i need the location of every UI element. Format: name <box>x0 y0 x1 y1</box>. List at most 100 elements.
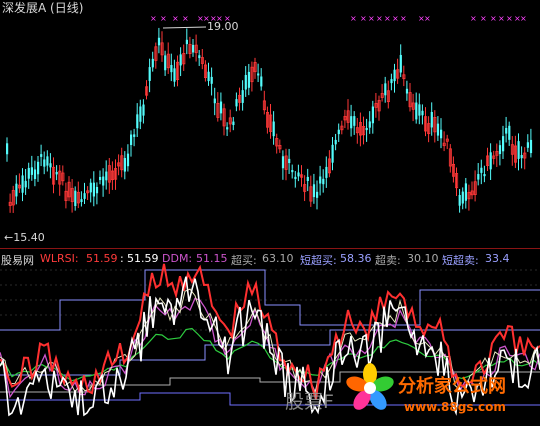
candle-body <box>102 176 105 186</box>
candle-body <box>365 127 368 131</box>
candle-body <box>198 55 201 59</box>
candle-body <box>46 156 49 166</box>
candle-body <box>288 158 291 164</box>
candle-body <box>148 67 151 81</box>
candle-body <box>350 116 353 129</box>
watermark-text: 股票F <box>285 391 334 413</box>
short-oversold-label: 短超卖: <box>442 254 479 267</box>
candle-body <box>480 167 483 173</box>
short-overbought-label: 短超买: <box>300 254 337 267</box>
candle-body <box>461 191 464 204</box>
candle-body <box>505 127 508 134</box>
candle-body <box>368 121 371 128</box>
signal-marker: × <box>172 14 179 23</box>
candle-body <box>272 121 275 137</box>
signal-marker: × <box>368 14 375 23</box>
ddm-value: 51.15 <box>196 252 228 265</box>
candle-body <box>170 65 173 73</box>
candle-body <box>319 176 322 184</box>
candle-body <box>133 134 136 137</box>
candle-body <box>489 152 492 170</box>
candle-body <box>418 104 421 116</box>
candle-body <box>520 155 523 159</box>
oversold-value: 30.10 <box>407 252 439 265</box>
signal-marker: × <box>160 14 167 23</box>
panel-divider <box>0 248 540 249</box>
candle-body <box>393 69 396 82</box>
candle-body <box>390 79 393 84</box>
candle-body <box>80 199 83 202</box>
candle-body <box>297 172 300 177</box>
candle-body <box>399 54 402 73</box>
signal-marker: × <box>182 14 189 23</box>
candle-body <box>430 112 433 128</box>
candle-body <box>105 171 108 181</box>
candle-body <box>483 174 486 177</box>
high-price-label: 19.00 <box>207 20 239 33</box>
candle-body <box>24 180 27 188</box>
candle-body <box>83 193 86 199</box>
candle-body <box>37 161 40 175</box>
signal-marker: × <box>392 14 399 23</box>
candle-body <box>89 182 92 193</box>
wlrsi-value: 51.59 <box>86 252 118 265</box>
candle-body <box>30 167 33 175</box>
candle-body <box>210 76 213 84</box>
signal-marker: × <box>360 14 367 23</box>
candle-body <box>15 183 18 197</box>
candle-body <box>502 136 505 152</box>
chart-title: 深发展A (日线) <box>2 1 84 15</box>
ddm-label: DDM: <box>162 252 193 265</box>
candle-body <box>92 182 95 197</box>
signal-marker: × <box>490 14 497 23</box>
candle-body <box>421 110 424 116</box>
candle-body <box>235 99 238 107</box>
candle-body <box>6 143 9 155</box>
candle-body <box>291 170 294 173</box>
candle-body <box>40 154 43 157</box>
low-price-label: ←15.40 <box>4 231 45 244</box>
line2-value: 51.59 <box>127 252 159 265</box>
signal-marker: × <box>384 14 391 23</box>
candle-body <box>244 74 247 90</box>
indicator-brand: 股易网 <box>1 254 34 267</box>
candle-body <box>257 73 260 76</box>
candle-body <box>322 178 325 185</box>
candle-body <box>316 191 319 198</box>
overbought-label: 超买: <box>231 254 257 267</box>
wlrsi-label: WLRSI: <box>40 252 79 265</box>
candle-body <box>464 183 467 201</box>
candle-body <box>192 44 195 53</box>
candle-body <box>312 184 316 198</box>
candle-body <box>151 58 154 68</box>
overbought-value: 63.10 <box>262 252 294 265</box>
candle-body <box>27 167 30 179</box>
candle-body <box>384 83 387 96</box>
candlestick-chart: × × × × × × × × × × × × × × × × × × × × × × × × × <box>0 14 540 417</box>
candle-body <box>529 139 533 154</box>
candle-body <box>477 174 480 180</box>
short-overbought-value: 58.36 <box>340 252 372 265</box>
line2-label: : <box>120 252 124 265</box>
short-oversold-value: 33.4 <box>485 252 510 265</box>
candle-body <box>294 176 297 180</box>
candle-body <box>139 106 142 122</box>
candle-body <box>207 71 210 82</box>
stock-chart-window: × × × × × × × × × × × × × × × × × × × × × × × × × 深发展A (日线) 19.0… <box>0 0 540 426</box>
candle-body <box>334 139 337 145</box>
candle-body <box>33 169 37 179</box>
signal-marker: × <box>470 14 477 23</box>
signal-marker: × <box>350 14 357 23</box>
candle-body <box>498 145 502 155</box>
candle-body <box>219 101 223 114</box>
signal-marker: × <box>150 14 157 23</box>
signal-marker: × <box>498 14 505 23</box>
signal-marker: × <box>480 14 487 23</box>
candle-body <box>517 141 520 159</box>
candle-body <box>185 39 188 45</box>
candle-body <box>99 176 102 181</box>
candle-body <box>173 68 176 82</box>
candle-body <box>55 171 58 175</box>
candle-body <box>126 153 130 167</box>
candle-body <box>440 129 443 139</box>
